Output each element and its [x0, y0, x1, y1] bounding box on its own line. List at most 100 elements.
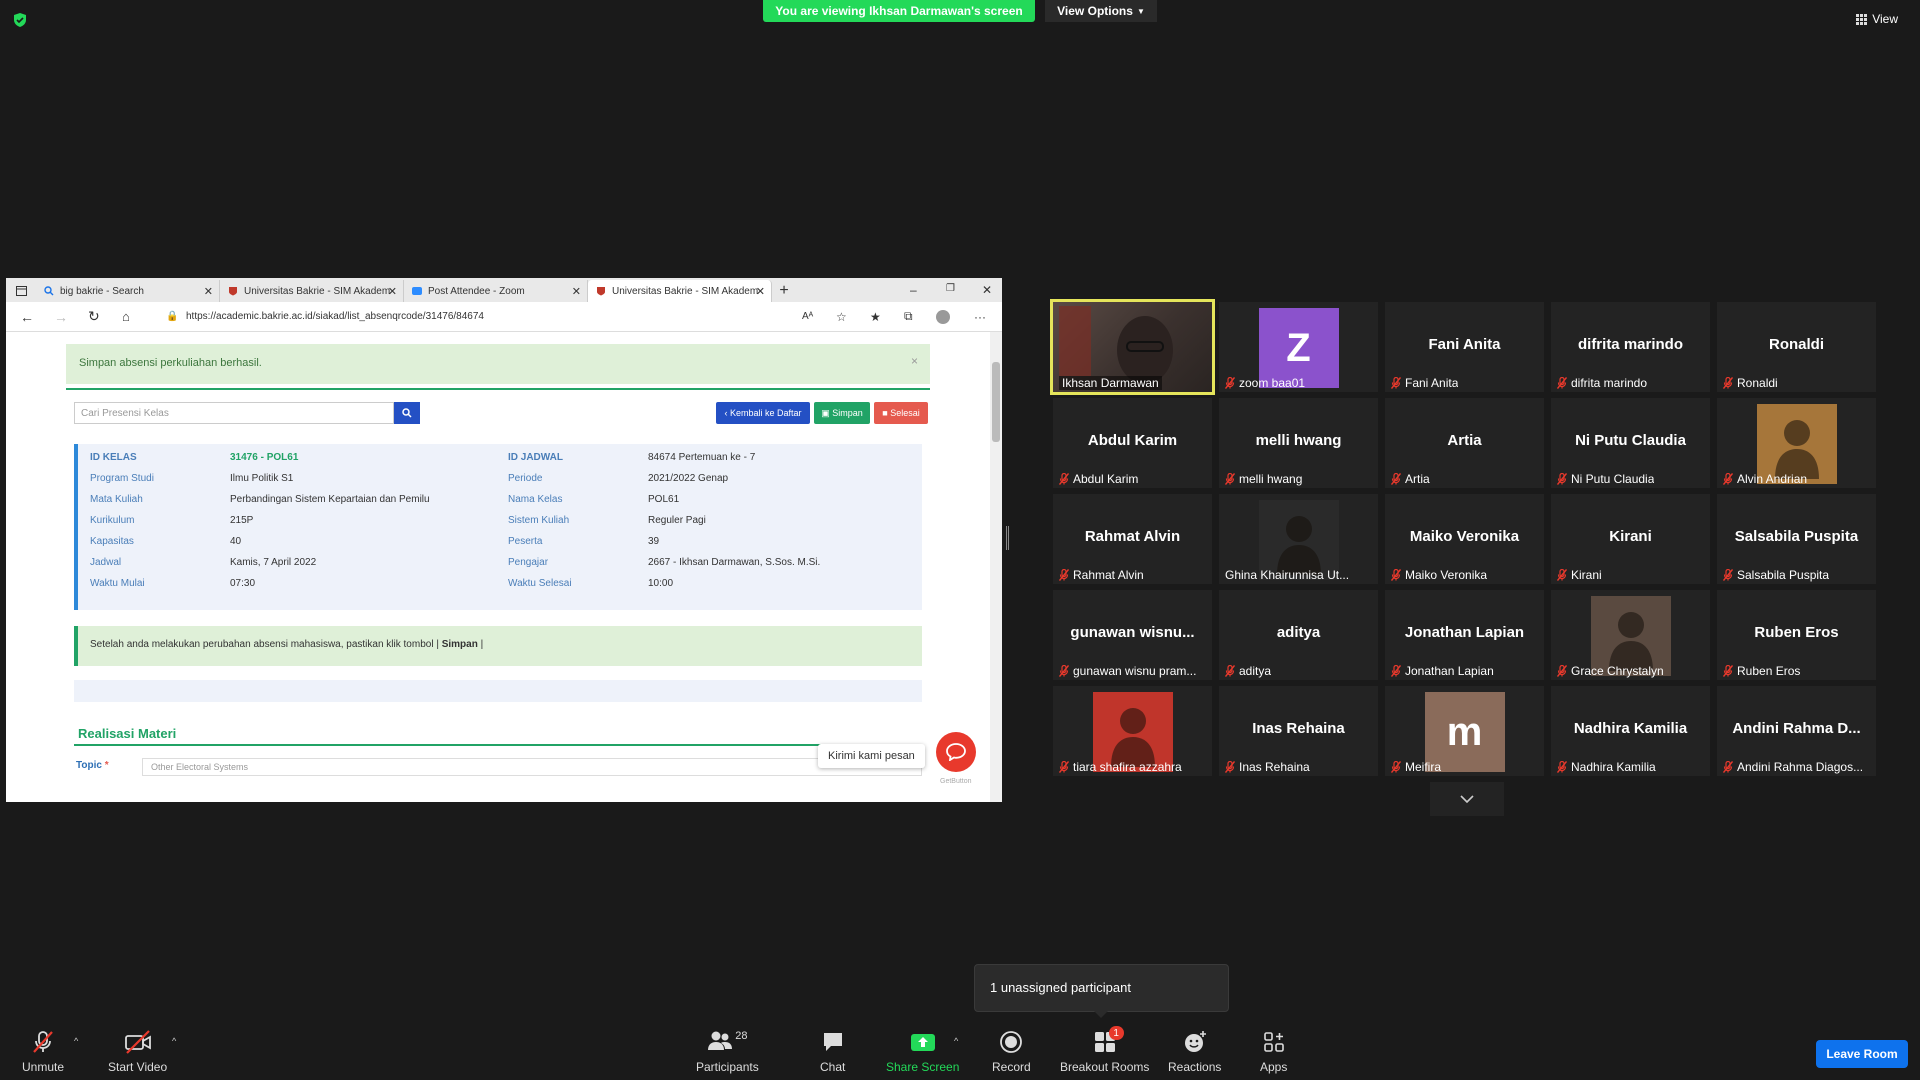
participants-button[interactable]: 28 Participants [696, 1030, 759, 1074]
microphone-muted-icon [1391, 568, 1402, 581]
search-input[interactable]: Cari Presensi Kelas [74, 402, 394, 424]
participant-tile[interactable]: Ni Putu Claudia Ni Putu Claudia [1551, 398, 1710, 488]
participant-tile[interactable]: Salsabila Puspita Salsabila Puspita [1717, 494, 1876, 584]
save-button[interactable]: ▣ Simpan [814, 402, 870, 424]
microphone-muted-icon [1723, 568, 1734, 581]
view-button[interactable]: View [1856, 12, 1898, 26]
forward-icon[interactable]: → [54, 309, 68, 325]
participant-tile[interactable]: Ronaldi Ronaldi [1717, 302, 1876, 392]
participant-tile[interactable]: Kirani Kirani [1551, 494, 1710, 584]
browser-tab[interactable]: big bakrie - Search ✕ [36, 280, 220, 302]
participant-tile[interactable]: difrita marindo difrita marindo [1551, 302, 1710, 392]
info-key: ID JADWAL [508, 452, 563, 463]
participant-tile[interactable]: m Meifira [1385, 686, 1544, 776]
participant-tile[interactable]: Alvin Andrian [1717, 398, 1876, 488]
participant-tile[interactable]: Inas Rehaina Inas Rehaina [1219, 686, 1378, 776]
participant-tile[interactable]: melli hwang melli hwang [1219, 398, 1378, 488]
split-handle[interactable] [1006, 526, 1009, 550]
info-key: Kurikulum [90, 515, 135, 526]
browser-tab-active[interactable]: Universitas Bakrie - SIM Akadem ✕ [588, 280, 772, 302]
close-icon[interactable]: × [911, 354, 918, 368]
chat-button[interactable]: Chat [820, 1030, 845, 1074]
favorite-icon[interactable]: ☆ [836, 310, 847, 324]
participant-tile[interactable]: Grace Chrystalyn [1551, 590, 1710, 680]
favorites-icon[interactable]: ★ [870, 310, 881, 324]
participant-tile[interactable]: Artia Artia [1385, 398, 1544, 488]
note-end: | [477, 639, 484, 650]
scrollbar-thumb[interactable] [992, 362, 1000, 442]
share-options-caret[interactable]: ^ [954, 1036, 958, 1046]
participant-tile[interactable]: gunawan wisnu... gunawan wisnu pram... [1053, 590, 1212, 680]
close-icon[interactable]: ✕ [572, 285, 581, 298]
topic-input[interactable]: Other Electoral Systems [142, 758, 922, 776]
close-icon[interactable]: ✕ [756, 285, 765, 298]
back-icon[interactable]: ← [20, 309, 34, 325]
participant-tile[interactable]: Rahmat Alvin Rahmat Alvin [1053, 494, 1212, 584]
participant-label: gunawan wisnu pram... [1059, 664, 1196, 678]
participant-display-name: Jonathan Lapian [1404, 624, 1525, 641]
stop-icon: ■ [882, 408, 888, 418]
close-icon[interactable]: ✕ [204, 285, 213, 298]
url-field[interactable]: https://academic.bakrie.ac.id/siakad/lis… [186, 311, 484, 322]
collections-icon[interactable]: ⧉ [904, 309, 913, 324]
browser-tab[interactable]: Universitas Bakrie - SIM Akadem ✕ [220, 280, 404, 302]
participant-tile[interactable]: Ghina Khairunnisa Ut... [1219, 494, 1378, 584]
video-options-caret[interactable]: ^ [172, 1036, 176, 1046]
microphone-muted-icon [1391, 472, 1402, 485]
participant-tile[interactable]: Zzoom baa01 [1219, 302, 1378, 392]
breakout-badge: 1 [1108, 1026, 1124, 1040]
page-scrollbar[interactable] [990, 332, 1002, 802]
participant-tile[interactable]: Maiko Veronika Maiko Veronika [1385, 494, 1544, 584]
new-tab-icon[interactable]: + [772, 280, 796, 302]
record-button[interactable]: Record [992, 1030, 1031, 1074]
participant-name: Rahmat Alvin [1073, 568, 1144, 582]
leave-room-button[interactable]: Leave Room [1816, 1040, 1908, 1068]
breakout-rooms-button[interactable]: 1 Breakout Rooms [1060, 1026, 1149, 1074]
back-to-list-button[interactable]: ‹ Kembali ke Daftar [716, 402, 810, 424]
reload-icon[interactable]: ↻ [88, 308, 100, 325]
browser-tab[interactable]: Post Attendee - Zoom ✕ [404, 280, 588, 302]
participant-label: Alvin Andrian [1723, 472, 1807, 486]
view-options-button[interactable]: View Options ▼ [1045, 0, 1157, 22]
participant-tile[interactable]: Andini Rahma D... Andini Rahma Diagos... [1717, 686, 1876, 776]
participant-tile[interactable]: Ruben Eros Ruben Eros [1717, 590, 1876, 680]
participant-tile[interactable]: Nadhira Kamilia Nadhira Kamilia [1551, 686, 1710, 776]
start-video-button[interactable]: Start Video [108, 1030, 167, 1074]
participant-display-name: Rahmat Alvin [1084, 528, 1181, 545]
read-aloud-icon[interactable]: A͏ᴬ [802, 311, 813, 322]
home-icon[interactable]: ⌂ [122, 309, 130, 324]
participant-display-name: Nadhira Kamilia [1573, 720, 1688, 737]
minimize-icon[interactable]: – [910, 283, 917, 297]
participant-tile[interactable]: Ikhsan Darmawan [1050, 299, 1215, 395]
finish-button[interactable]: ■ Selesai [874, 402, 928, 424]
participant-tile[interactable]: aditya aditya [1219, 590, 1378, 680]
participant-name: Jonathan Lapian [1405, 664, 1494, 678]
microphone-muted-icon [1059, 760, 1070, 773]
profile-icon[interactable] [936, 309, 950, 324]
close-icon[interactable]: ✕ [388, 285, 397, 298]
participant-tile[interactable]: tiara shafira azzahra [1053, 686, 1212, 776]
tab-actions-icon[interactable] [6, 280, 36, 302]
apps-button[interactable]: Apps [1260, 1030, 1287, 1074]
unmute-button[interactable]: Unmute [22, 1030, 64, 1074]
security-shield-icon[interactable] [12, 12, 28, 28]
audio-options-caret[interactable]: ^ [74, 1036, 78, 1046]
share-screen-label: Share Screen [886, 1060, 960, 1074]
next-page-button[interactable] [1430, 782, 1504, 816]
share-screen-button[interactable]: Share Screen [886, 1030, 959, 1074]
search-button[interactable] [394, 402, 420, 424]
participant-display-name: Ni Putu Claudia [1575, 432, 1686, 449]
participant-tile[interactable]: Jonathan Lapian Jonathan Lapian [1385, 590, 1544, 680]
shared-screen: big bakrie - Search ✕ Universitas Bakrie … [6, 278, 1002, 802]
participant-name: aditya [1239, 664, 1272, 678]
more-icon[interactable]: ··· [974, 310, 986, 324]
maximize-icon[interactable]: ❐ [946, 283, 955, 294]
participant-tile[interactable]: Fani Anita Fani Anita [1385, 302, 1544, 392]
participant-label: Nadhira Kamilia [1557, 760, 1656, 774]
window-close-icon[interactable]: ✕ [982, 283, 992, 297]
participant-name: gunawan wisnu pram... [1073, 664, 1197, 678]
participant-tile[interactable]: Abdul Karim Abdul Karim [1053, 398, 1212, 488]
participant-name: tiara shafira azzahra [1073, 760, 1182, 774]
reactions-button[interactable]: Reactions [1168, 1030, 1221, 1074]
chat-widget-button[interactable] [936, 732, 976, 772]
